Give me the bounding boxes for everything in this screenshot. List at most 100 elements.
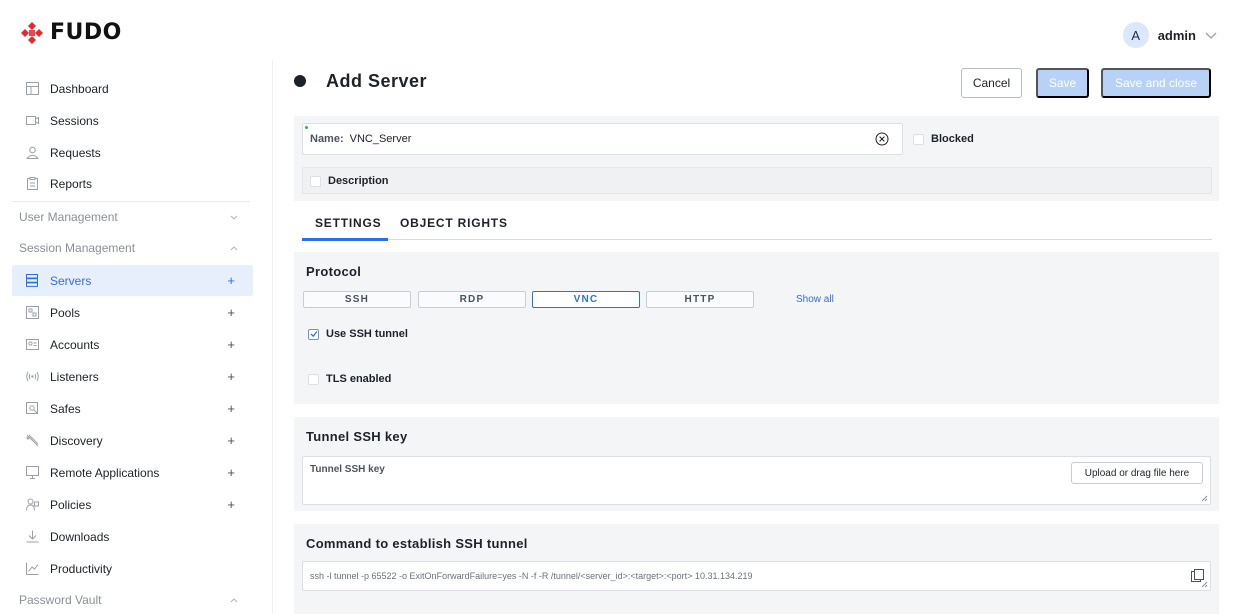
sidebar: Dashboard Sessions Requests Reports User… [0, 60, 262, 614]
resize-handle-icon[interactable] [1201, 581, 1208, 588]
use-ssh-tunnel-label: Use SSH tunnel [326, 328, 408, 340]
blocked-checkbox[interactable] [913, 133, 924, 145]
add-listener-button[interactable]: + [227, 369, 235, 384]
protocol-vnc-button[interactable]: VNC [532, 291, 640, 308]
add-account-button[interactable]: + [227, 337, 235, 352]
requests-icon [25, 146, 39, 160]
servers-icon [25, 274, 39, 288]
save-and-close-button[interactable]: Save and close [1101, 68, 1211, 98]
blocked-checkbox-row[interactable]: Blocked [913, 133, 974, 145]
main-content: Add Server Cancel Save Save and close Na… [272, 60, 1236, 614]
section-session-management[interactable]: Session Management [19, 233, 253, 263]
fudo-logo[interactable]: FUDO [20, 20, 122, 45]
upload-file-button[interactable]: Upload or drag file here [1071, 462, 1203, 484]
add-server-button[interactable]: + [227, 273, 235, 288]
sidebar-item-dashboard[interactable]: Dashboard [12, 73, 253, 104]
add-discovery-button[interactable]: + [227, 433, 235, 448]
avatar: A [1122, 22, 1149, 48]
save-button[interactable]: Save [1036, 68, 1089, 98]
add-safe-button[interactable]: + [227, 401, 235, 416]
cancel-button[interactable]: Cancel [961, 68, 1022, 98]
sidebar-item-servers[interactable]: Servers + [12, 265, 253, 296]
sidebar-item-pools[interactable]: Pools + [12, 297, 253, 328]
chevron-up-icon [230, 598, 238, 603]
sidebar-item-requests[interactable]: Requests [12, 137, 253, 168]
section-user-management[interactable]: User Management [19, 202, 253, 232]
tunnel-ssh-key-textarea[interactable]: Tunnel SSH key Upload or drag file here [302, 456, 1211, 505]
user-name: admin [1157, 27, 1196, 43]
page-header: Add Server Cancel Save Save and close [273, 60, 1236, 104]
ssh-tunnel-command-panel: Command to establish SSH tunnel ssh -l t… [294, 524, 1219, 614]
sidebar-item-label: Remote Applications [50, 465, 160, 480]
sidebar-item-sessions[interactable]: Sessions [12, 105, 253, 136]
tab-object-rights[interactable]: OBJECT RIGHTS [400, 216, 508, 230]
sidebar-item-productivity[interactable]: Productivity [12, 553, 253, 584]
tab-settings[interactable]: SETTINGS [315, 216, 381, 230]
description-label: Description [328, 175, 389, 187]
sidebar-item-accounts[interactable]: Accounts + [12, 329, 253, 360]
tab-bar: SETTINGS OBJECT RIGHTS [302, 213, 1212, 241]
name-input[interactable]: VNC_Server [350, 133, 412, 145]
protocol-title: Protocol [306, 264, 362, 279]
use-ssh-tunnel-checkbox[interactable] [308, 328, 319, 340]
pools-icon [25, 306, 39, 320]
sidebar-item-safes[interactable]: Safes + [12, 393, 253, 424]
show-all-link[interactable]: Show all [796, 294, 834, 305]
description-checkbox-row[interactable]: Description [310, 175, 389, 187]
tunnel-ssh-key-title: Tunnel SSH key [306, 429, 408, 444]
reports-icon [25, 177, 39, 191]
protocol-http-button[interactable]: HTTP [646, 291, 754, 308]
name-field[interactable]: Name: VNC_Server [302, 123, 903, 155]
tls-enabled-label: TLS enabled [326, 373, 392, 385]
add-remote-application-button[interactable]: + [227, 465, 235, 480]
chevron-down-icon [1205, 32, 1217, 39]
section-label: Password Vault [19, 593, 102, 607]
tls-enabled-row[interactable]: TLS enabled [308, 373, 391, 385]
general-panel: Name: VNC_Server Blocked Description [294, 116, 1219, 201]
name-label: Name: [310, 133, 344, 145]
back-icon[interactable] [294, 75, 306, 87]
sidebar-item-discovery[interactable]: Discovery + [12, 425, 253, 456]
protocol-ssh-button[interactable]: SSH [303, 291, 411, 308]
download-icon [25, 530, 39, 544]
sidebar-item-label: Productivity [50, 561, 113, 576]
sidebar-item-policies[interactable]: Policies + [12, 489, 253, 520]
ssh-tunnel-command-field[interactable]: ssh -l tunnel -p 65522 -o ExitOnForwardF… [302, 561, 1211, 591]
productivity-icon [25, 562, 39, 576]
remote-applications-icon [25, 466, 39, 480]
sidebar-item-label: Reports [50, 176, 93, 191]
clear-icon[interactable] [875, 132, 889, 146]
ssh-tunnel-command-text[interactable]: ssh -l tunnel -p 65522 -o ExitOnForwardF… [310, 571, 753, 581]
sidebar-item-label: Policies [50, 497, 92, 512]
section-password-vault[interactable]: Password Vault [19, 585, 253, 614]
description-toggle[interactable]: Description [302, 167, 1212, 194]
sidebar-item-listeners[interactable]: Listeners + [12, 361, 253, 392]
resize-handle-icon[interactable] [1201, 495, 1208, 502]
chevron-down-icon [230, 215, 238, 220]
sidebar-item-downloads[interactable]: Downloads [12, 521, 253, 552]
sidebar-item-reports[interactable]: Reports [12, 168, 253, 199]
sidebar-item-label: Listeners [50, 369, 99, 384]
sidebar-item-label: Discovery [50, 433, 103, 448]
discovery-icon [25, 434, 39, 448]
sidebar-item-label: Accounts [50, 337, 100, 352]
listeners-icon [25, 370, 39, 384]
sidebar-item-label: Pools [50, 305, 81, 320]
tunnel-ssh-key-panel: Tunnel SSH key Tunnel SSH key Upload or … [294, 417, 1219, 511]
use-ssh-tunnel-row[interactable]: Use SSH tunnel [308, 328, 408, 340]
sidebar-item-remote-applications[interactable]: Remote Applications + [12, 457, 253, 488]
ssh-tunnel-command-title: Command to establish SSH tunnel [306, 536, 528, 551]
blocked-label: Blocked [931, 133, 974, 145]
section-label: User Management [19, 210, 118, 224]
page-title: Add Server [326, 71, 428, 91]
protocol-panel: Protocol SSH RDP VNC HTTP Show all Use S… [294, 252, 1219, 404]
user-menu[interactable]: A admin [1122, 22, 1218, 48]
logo-text: FUDO [50, 20, 122, 45]
description-checkbox[interactable] [310, 175, 321, 187]
protocol-rdp-button[interactable]: RDP [418, 291, 526, 308]
add-pool-button[interactable]: + [227, 305, 235, 320]
tls-enabled-checkbox[interactable] [308, 373, 319, 385]
add-policy-button[interactable]: + [227, 497, 235, 512]
required-indicator [305, 126, 308, 129]
tunnel-ssh-key-field-label: Tunnel SSH key [310, 464, 385, 475]
